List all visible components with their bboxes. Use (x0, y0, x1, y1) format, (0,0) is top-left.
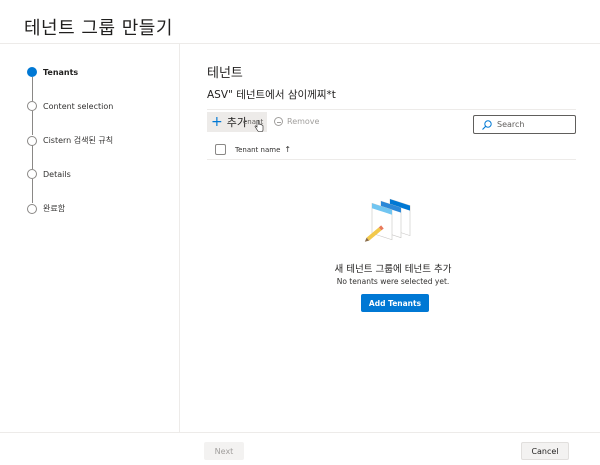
step-label: Content selection (43, 101, 114, 111)
step-connector (31, 145, 33, 169)
step-label: Cistern 검색된 규칙 (43, 136, 114, 145)
step-indicator (27, 203, 37, 214)
add-tenants-button[interactable]: Add Tenants (361, 294, 429, 312)
section-title: 테넌트 (207, 66, 243, 81)
step-indicator (27, 169, 37, 179)
command-bar-divider (207, 109, 576, 110)
step-details[interactable]: Details (27, 169, 71, 179)
step-content-selection[interactable]: Content selection (27, 101, 113, 111)
step-label: 완료함 (43, 204, 66, 213)
step-rules[interactable]: Cistern 검색된 규칙 (27, 135, 113, 146)
column-header-tenant-name[interactable]: Tenant name (235, 146, 280, 154)
window-title: 테넌트 그룹 만들기 (24, 18, 173, 39)
step-connector (31, 77, 33, 101)
empty-state-subtitle: No tenants were selected yet. (336, 277, 450, 286)
remove-icon (274, 117, 283, 126)
search-input[interactable] (497, 120, 567, 129)
step-finish[interactable]: 완료함 (27, 203, 65, 214)
select-all-checkbox[interactable] (215, 144, 226, 155)
step-indicator-current (27, 67, 37, 77)
sort-arrow-icon: ↑ (284, 145, 292, 154)
step-tenants[interactable]: Tenants (27, 67, 78, 77)
wizard-steps: Tenants Content selection Cistern 검색된 규칙… (0, 44, 180, 432)
step-label: Details (43, 169, 71, 179)
step-connector (31, 179, 33, 203)
hand-cursor-icon (254, 120, 264, 132)
cancel-button[interactable]: Cancel (521, 442, 569, 460)
step-indicator (27, 101, 37, 111)
search-icon (482, 119, 492, 130)
next-button[interactable]: Next (204, 442, 244, 460)
footer-divider (0, 432, 600, 433)
remove-button-label: Remove (287, 117, 320, 126)
table-header: Tenant name ↑ (207, 140, 576, 160)
step-label: Tenants (43, 67, 79, 77)
empty-state-title: 새 테넌트 그룹에 테넌트 추가 (334, 264, 452, 275)
section-subtitle: ASV" 테넌트에서 삼이께찌*t (207, 89, 336, 101)
remove-button[interactable]: Remove (274, 117, 319, 126)
step-indicator (27, 135, 37, 146)
plus-icon: + (211, 114, 223, 130)
step-connector (31, 111, 33, 135)
search-box[interactable] (473, 115, 576, 134)
empty-state-illustration (364, 198, 411, 242)
